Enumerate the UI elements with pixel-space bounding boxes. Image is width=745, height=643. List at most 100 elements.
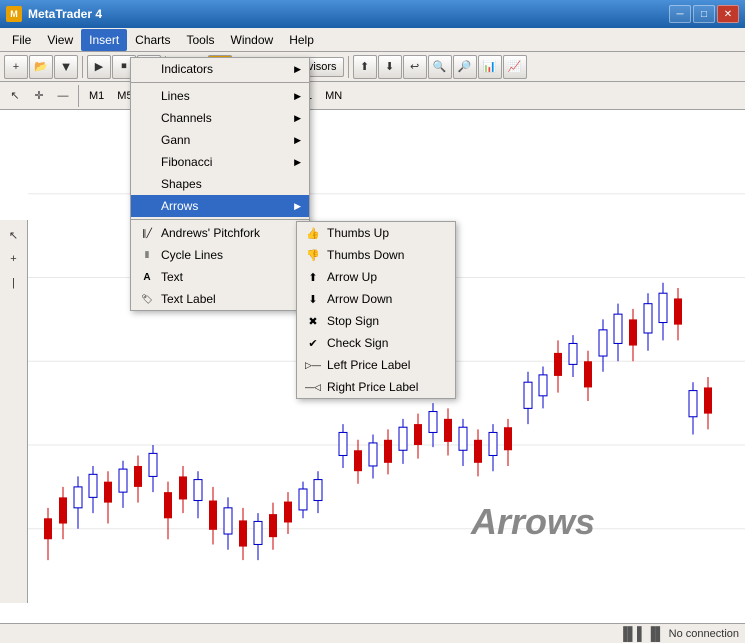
menu-window[interactable]: Window [223, 29, 282, 51]
cycle-icon: ⦀ [139, 247, 155, 263]
arrow-thumbs-down[interactable]: 👎 Thumbs Down [297, 244, 455, 266]
menu-text[interactable]: A Text [131, 266, 309, 288]
channels-arrow: ▶ [294, 113, 301, 124]
check-sign-icon: ✔ [305, 335, 321, 351]
menu-charts[interactable]: Charts [127, 29, 178, 51]
line-tool[interactable]: — [52, 85, 74, 107]
indicators-label: Indicators [161, 62, 213, 76]
left-price-label[interactable]: ▷— Left Price Label [297, 354, 455, 376]
no-connection-label: No connection [669, 628, 739, 640]
arrow-down-label: Arrow Down [327, 292, 392, 306]
indicators-icon [139, 61, 155, 77]
menu-help[interactable]: Help [281, 29, 322, 51]
menu-gann[interactable]: Gann ▶ [131, 129, 309, 151]
right-price-icon: —◁ [305, 379, 321, 395]
separator-1 [131, 82, 309, 83]
arrow-down[interactable]: ⬇ Arrow Down [297, 288, 455, 310]
shapes-label: Shapes [161, 177, 202, 191]
chart-btn-3[interactable]: ↩ [403, 55, 427, 79]
left-price-icon: ▷— [305, 357, 321, 373]
chart-btn-2[interactable]: ⬇ [378, 55, 402, 79]
stop-sign-label: Stop Sign [327, 314, 379, 328]
lines-arrow: ▶ [294, 91, 301, 102]
separator-2 [131, 219, 309, 220]
new-btn[interactable]: + [4, 55, 28, 79]
arrow-up[interactable]: ⬆ Arrow Up [297, 266, 455, 288]
zoom-in-btn[interactable]: 🔍 [428, 55, 452, 79]
toolbar-btn-1[interactable]: ▶ [87, 55, 111, 79]
check-sign[interactable]: ✔ Check Sign [297, 332, 455, 354]
left-panel: ↖ + | [0, 220, 28, 603]
cycle-label: Cycle Lines [161, 248, 223, 262]
cursor-btn[interactable]: ↖ [3, 224, 25, 246]
text-label-text: Text Label [161, 292, 216, 306]
text-label-icon: 🏷 [139, 291, 155, 307]
menu-tools[interactable]: Tools [179, 29, 223, 51]
arrow-up-icon: ⬆ [305, 269, 321, 285]
maximize-button[interactable]: □ [693, 5, 715, 23]
arrow-down-icon: ⬇ [305, 291, 321, 307]
minimize-button[interactable]: ─ [669, 5, 691, 23]
text-icon: A [139, 269, 155, 285]
stop-sign[interactable]: ✖ Stop Sign [297, 310, 455, 332]
fibonacci-arrow: ▶ [294, 157, 301, 168]
menu-channels[interactable]: Channels ▶ [131, 107, 309, 129]
arrow-thumbs-up[interactable]: 👍 Thumbs Up [297, 222, 455, 244]
save-btn[interactable]: ▼ [54, 55, 78, 79]
channels-icon [139, 110, 155, 126]
menu-cycle-lines[interactable]: ⦀ Cycle Lines [131, 244, 309, 266]
toolbar-row1: + 📂 ▼ ▶ ⏹ ⏮ Order ⚡ ★ Expert Advisors ⬆ … [0, 52, 745, 82]
menu-view[interactable]: View [39, 29, 81, 51]
toolbar-row2: ↖ ✛ — M1 M5 M15 M30 H1 H4 D1 W1 MN [0, 82, 745, 110]
pipe-btn[interactable]: | [3, 272, 25, 294]
menu-file[interactable]: File [4, 29, 39, 51]
right-price-label[interactable]: —◁ Right Price Label [297, 376, 455, 398]
arrows-submenu: 👍 Thumbs Up 👎 Thumbs Down ⬆ Arrow Up ⬇ A… [296, 221, 456, 399]
title-bar: M MetaTrader 4 ─ □ ✕ [0, 0, 745, 28]
menu-fibonacci[interactable]: Fibonacci ▶ [131, 151, 309, 173]
menu-indicators[interactable]: Indicators ▶ [131, 58, 309, 80]
gann-arrow: ▶ [294, 135, 301, 146]
menu-text-label[interactable]: 🏷 Text Label [131, 288, 309, 310]
menu-bar: File View Insert Charts Tools Window Hel… [0, 28, 745, 52]
app-title: MetaTrader 4 [28, 7, 102, 21]
indicators-arrow: ▶ [294, 64, 301, 75]
thumbs-up-label: Thumbs Up [327, 226, 389, 240]
chart-btn-1[interactable]: ⬆ [353, 55, 377, 79]
left-price-label-text: Left Price Label [327, 358, 410, 372]
chart-btn-5[interactable]: 📈 [503, 55, 527, 79]
menu-shapes[interactable]: Shapes [131, 173, 309, 195]
status-bar: ▐▌▌▐▌ No connection [0, 623, 745, 643]
arrows-arrow: ▶ [294, 201, 301, 212]
bars-icon: ▐▌▌▐▌ [619, 626, 665, 641]
close-button[interactable]: ✕ [717, 5, 739, 23]
menu-andrews[interactable]: ∥╱ Andrews' Pitchfork [131, 222, 309, 244]
tf-mn[interactable]: MN [319, 88, 348, 104]
menu-arrows[interactable]: Arrows ▶ [131, 195, 309, 217]
thumbs-down-label: Thumbs Down [327, 248, 404, 262]
app-icon: M [6, 6, 22, 22]
lines-icon [139, 88, 155, 104]
chart-btn-4[interactable]: 📊 [478, 55, 502, 79]
cursor-tool[interactable]: ↖ [4, 85, 26, 107]
thumbs-up-icon: 👍 [305, 225, 321, 241]
tf-m1[interactable]: M1 [83, 88, 110, 104]
zoom-out-btn[interactable]: 🔎 [453, 55, 477, 79]
andrews-icon: ∥╱ [139, 225, 155, 241]
fibonacci-label: Fibonacci [161, 155, 212, 169]
gann-label: Gann [161, 133, 190, 147]
crosshair-tool[interactable]: ✛ [28, 85, 50, 107]
insert-menu-dropdown: Indicators ▶ Lines ▶ Channels ▶ Gann ▶ F… [130, 57, 310, 311]
status-right: ▐▌▌▐▌ No connection [619, 626, 739, 641]
chart-label: Arrows [471, 501, 595, 543]
window-controls: ─ □ ✕ [669, 5, 739, 23]
menu-lines[interactable]: Lines ▶ [131, 85, 309, 107]
andrews-label: Andrews' Pitchfork [161, 226, 260, 240]
arrow-up-label: Arrow Up [327, 270, 377, 284]
open-btn[interactable]: 📂 [29, 55, 53, 79]
fibonacci-icon [139, 154, 155, 170]
channels-label: Channels [161, 111, 212, 125]
check-sign-label: Check Sign [327, 336, 388, 350]
plus-btn[interactable]: + [3, 248, 25, 270]
menu-insert[interactable]: Insert [81, 29, 127, 51]
